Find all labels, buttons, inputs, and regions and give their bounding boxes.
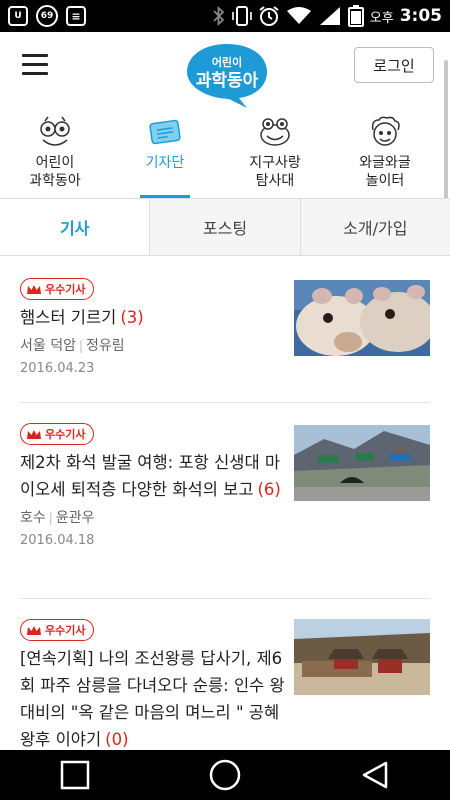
article-author: 정유림 (86, 338, 125, 354)
badge-label: 우수기사 (45, 624, 86, 637)
meta-separator: | (48, 511, 53, 525)
article-title: 제2차 화석 발굴 여행: 포항 신생대 마이오세 퇴적층 다양한 화석의 보고 (20, 453, 281, 499)
vibrate-icon (231, 6, 252, 26)
crown-icon (27, 429, 41, 439)
excellent-article-badge: 우수기사 (20, 278, 95, 300)
svg-text:어린이: 어린이 (212, 55, 242, 69)
bluetooth-icon (213, 6, 225, 26)
comment-count: (6) (257, 480, 281, 499)
highway-tunnel-photo (294, 425, 430, 501)
svg-text:과학동아: 과학동아 (196, 71, 259, 91)
category-label: 어린이 과학동아 (29, 155, 81, 189)
comment-count: (0) (105, 730, 129, 749)
hamster-photo (294, 280, 430, 356)
frog-icon (260, 118, 290, 146)
royal-tomb-photo (294, 619, 430, 695)
meta-separator: | (78, 339, 84, 353)
tab-posting[interactable]: 포스팅 (149, 199, 300, 255)
scrollbar[interactable] (444, 60, 448, 220)
article-school: 호수 (20, 510, 46, 526)
home-icon[interactable] (205, 755, 245, 795)
notification-count-icon: 69 (36, 5, 58, 27)
clock-time: 3:05 (399, 6, 442, 26)
tab-articles[interactable]: 기사 (0, 199, 150, 255)
category-kids-science[interactable]: 어린이 과학동아 (0, 110, 110, 198)
category-nav: 어린이 과학동아 기자단 지구사랑 탐사대 와글와글 놀이터 (0, 110, 440, 198)
status-bar: U 69 ≡ 오후 3:05 (0, 0, 450, 32)
science-owl-icon (40, 116, 70, 146)
reporter-card-icon (149, 119, 181, 145)
article-list: 우수기사 햄스터 기르기 (3) 서울 덕암 | 정유림 2016.04.23 우수기… (0, 256, 450, 750)
crown-icon (27, 284, 41, 294)
excellent-article-badge: 우수기사 (20, 423, 95, 445)
article-title: [연속기획] 나의 조선왕릉 답사기, 제6회 파주 삼릉을 다녀오다 순릉: … (20, 649, 285, 749)
article-date: 2016.04.18 (20, 533, 95, 548)
clock-ampm: 오후 (369, 10, 394, 26)
article-date: 2016.04.23 (20, 361, 95, 376)
category-reporters[interactable]: 기자단 (110, 110, 220, 198)
crown-icon (27, 625, 41, 635)
comment-count: (3) (120, 308, 144, 327)
back-icon[interactable] (355, 755, 395, 795)
article-item[interactable]: 우수기사 [연속기획] 나의 조선왕릉 답사기, 제6회 파주 삼릉을 다녀오다… (20, 599, 430, 750)
notification-box-icon: U (8, 6, 28, 26)
article-item[interactable]: 우수기사 제2차 화석 발굴 여행: 포항 신생대 마이오세 퇴적층 다양한 화… (20, 403, 430, 599)
badge-label: 우수기사 (45, 428, 86, 441)
article-school: 서울 덕암 (20, 338, 76, 354)
category-label: 기자단 (145, 155, 185, 171)
hamburger-menu-icon[interactable] (22, 54, 48, 76)
article-title: 햄스터 기르기 (20, 308, 117, 327)
category-earth-explorers[interactable]: 지구사랑 탐사대 (220, 110, 330, 198)
signal-icon (319, 7, 340, 25)
excellent-article-badge: 우수기사 (20, 619, 95, 641)
article-item[interactable]: 우수기사 햄스터 기르기 (3) 서울 덕암 | 정유림 2016.04.23 (20, 256, 430, 403)
app-logo[interactable]: 어린이 과학동아 (183, 40, 271, 108)
wifi-icon (286, 7, 311, 24)
sub-tabs: 기사 포스팅 소개/가입 (0, 198, 450, 256)
android-nav-bar (0, 750, 450, 800)
app-header: 어린이 과학동아 로그인 (0, 32, 450, 110)
alarm-icon (259, 6, 279, 26)
battery-icon (347, 5, 364, 27)
badge-label: 우수기사 (45, 283, 86, 296)
login-button[interactable]: 로그인 (354, 47, 434, 83)
curly-kid-icon (371, 116, 400, 146)
category-label: 지구사랑 탐사대 (249, 155, 301, 189)
tab-about-join[interactable]: 소개/가입 (299, 199, 450, 255)
recent-apps-icon[interactable] (55, 755, 95, 795)
article-author: 윤관우 (55, 510, 95, 526)
category-label: 와글와글 놀이터 (359, 155, 411, 189)
category-playground[interactable]: 와글와글 놀이터 (330, 110, 440, 198)
list-icon: ≡ (66, 6, 86, 26)
